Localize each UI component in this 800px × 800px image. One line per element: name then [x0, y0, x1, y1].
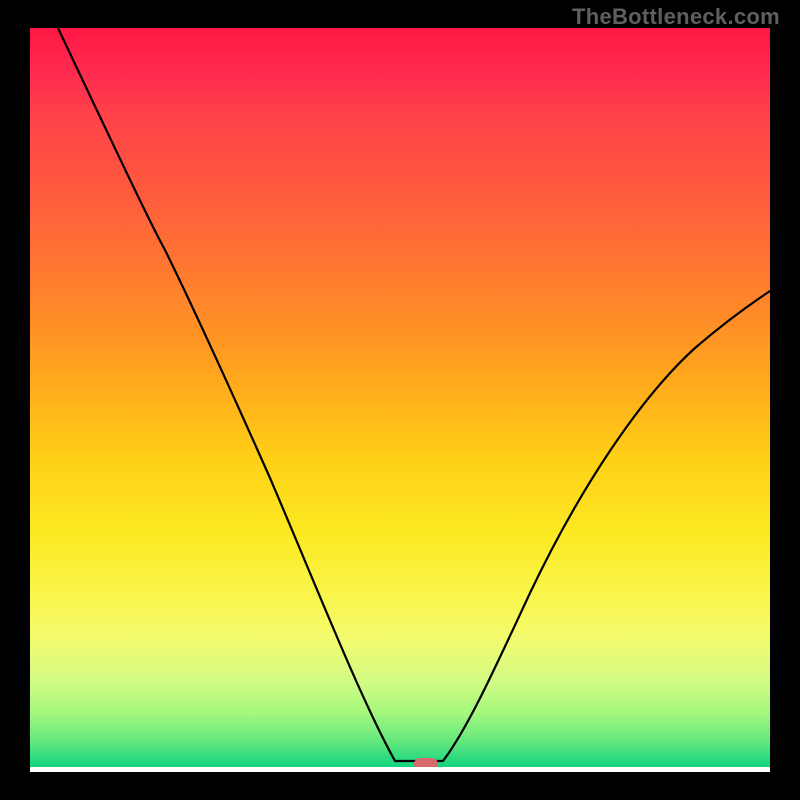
baseline-band [30, 767, 770, 772]
curve-left [58, 28, 395, 761]
curve-right [443, 291, 770, 761]
curve-layer [30, 28, 770, 772]
watermark-text: TheBottleneck.com [572, 4, 780, 30]
chart-frame: TheBottleneck.com [0, 0, 800, 800]
